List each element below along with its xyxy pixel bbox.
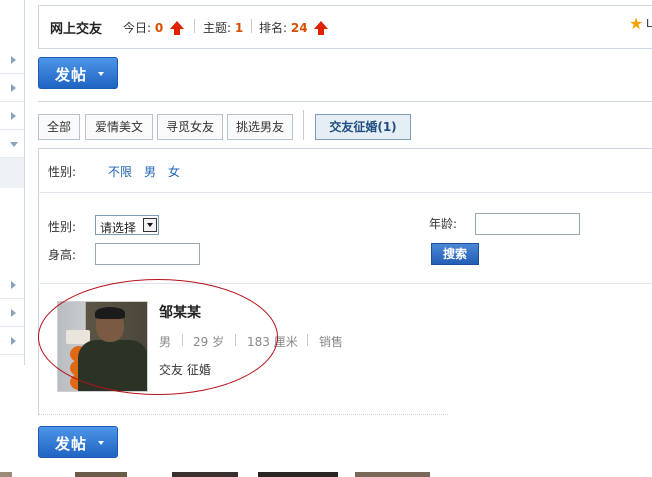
- caret-down-icon: [98, 72, 104, 76]
- user-name[interactable]: 邹某某: [159, 302, 201, 322]
- divider: [251, 19, 252, 33]
- tab-pick-boyfriend[interactable]: 挑选男友: [227, 114, 293, 140]
- forum-title: 网上交友: [50, 22, 103, 37]
- divider: [235, 334, 236, 346]
- chevron-right-icon: [11, 337, 16, 345]
- trend-up-icon: [170, 21, 185, 35]
- gender-select-value: 请选择: [100, 221, 137, 235]
- gender-filter-any[interactable]: 不限: [108, 163, 132, 180]
- today-count: 0: [154, 21, 164, 35]
- chevron-right-icon: [11, 56, 16, 64]
- tab-seek-girlfriend[interactable]: 寻觅女友: [157, 114, 223, 140]
- chevron-right-icon: [11, 112, 16, 120]
- thumbnail: [355, 472, 430, 477]
- divider: [194, 19, 195, 33]
- user-height: 183 厘米: [247, 335, 298, 349]
- favorite-label[interactable]: L: [646, 17, 652, 30]
- new-post-label: 发帖: [55, 435, 88, 453]
- divider: [38, 101, 652, 102]
- sidebar-expand-item[interactable]: [0, 47, 24, 74]
- favorite-star-icon[interactable]: ★: [629, 16, 643, 32]
- new-post-button[interactable]: 发帖: [38, 57, 118, 89]
- tab-love-essays[interactable]: 爱情美文: [85, 114, 153, 140]
- sidebar-expand-item[interactable]: [0, 328, 24, 355]
- trend-up-icon: [314, 21, 329, 35]
- new-post-label: 发帖: [55, 66, 88, 84]
- chevron-right-icon: [11, 281, 16, 289]
- tab-all[interactable]: 全部: [38, 114, 80, 140]
- caret-down-icon: [98, 441, 104, 445]
- gender-filter-female[interactable]: 女: [168, 163, 180, 180]
- user-occupation: 销售: [319, 335, 344, 349]
- thumbnail: [75, 472, 127, 477]
- user-gender: 男: [159, 335, 172, 349]
- thumbnail: [0, 472, 12, 477]
- today-stat: 今日: 0: [123, 19, 185, 36]
- rank-value: 24: [290, 21, 308, 35]
- topics-label: 主题:: [203, 21, 232, 35]
- today-label: 今日:: [123, 21, 152, 35]
- forum-header: 网上交友 今日: 0 主题: 1 排名: 24: [38, 5, 652, 49]
- divider: [307, 334, 308, 346]
- sidebar-expand-item[interactable]: [0, 75, 24, 102]
- new-post-button-bottom[interactable]: 发帖: [38, 426, 118, 458]
- tab-dating-marriage[interactable]: 交友征婚(1): [315, 114, 411, 140]
- chevron-down-icon: [10, 142, 18, 147]
- divider: [38, 414, 448, 416]
- rank-label: 排名:: [259, 21, 288, 35]
- user-tags: 交友 征婚: [159, 363, 211, 377]
- sidebar-selected-item[interactable]: [0, 158, 24, 188]
- divider: [303, 110, 304, 140]
- sidebar-expand-item[interactable]: [0, 103, 24, 130]
- sidebar-expand-item[interactable]: [0, 131, 24, 158]
- rank-stat: 排名: 24: [259, 19, 329, 36]
- gender-select-label: 性别:: [48, 220, 77, 234]
- divider: [182, 334, 183, 346]
- user-age: 29 岁: [193, 335, 225, 349]
- divider: [38, 283, 652, 284]
- left-sidebar: [0, 0, 25, 365]
- gender-filter-label: 性别:: [48, 165, 77, 179]
- gender-filter-male[interactable]: 男: [144, 163, 156, 180]
- thumbnail: [172, 472, 238, 477]
- gender-select[interactable]: 请选择: [95, 215, 159, 235]
- chevron-down-icon[interactable]: [143, 218, 157, 232]
- chevron-right-icon: [11, 84, 16, 92]
- chevron-right-icon: [11, 309, 16, 317]
- sidebar-expand-item[interactable]: [0, 272, 24, 299]
- search-button[interactable]: 搜索: [431, 243, 479, 265]
- height-label: 身高:: [48, 248, 77, 262]
- topics-stat: 主题: 1: [203, 19, 243, 36]
- thumbnail: [258, 472, 338, 477]
- height-input[interactable]: [95, 243, 200, 265]
- age-label: 年龄:: [429, 217, 458, 231]
- sidebar-expand-item[interactable]: [0, 300, 24, 327]
- topics-count: 1: [234, 21, 244, 35]
- user-avatar[interactable]: [57, 301, 148, 392]
- age-input[interactable]: [475, 213, 580, 235]
- divider: [38, 192, 652, 193]
